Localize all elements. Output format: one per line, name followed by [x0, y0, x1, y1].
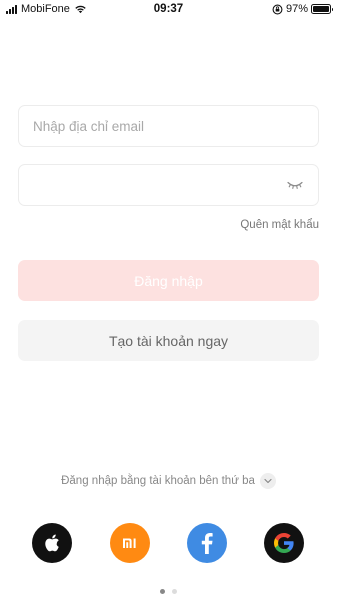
- eye-closed-icon[interactable]: [287, 180, 303, 190]
- battery-level: [313, 6, 329, 12]
- third-party-label: Đăng nhập bằng tài khoản bên thứ ba: [61, 475, 255, 487]
- password-input[interactable]: [19, 165, 318, 205]
- forgot-password-link[interactable]: Quên mật khẩu: [240, 219, 319, 231]
- orientation-lock-icon: [272, 4, 283, 14]
- xiaomi-login-button[interactable]: [110, 523, 150, 563]
- password-field-container: [18, 164, 319, 206]
- chevron-down-icon[interactable]: [259, 473, 276, 489]
- page-dot: [160, 589, 165, 594]
- login-button[interactable]: Đăng nhập: [18, 260, 319, 301]
- create-account-button[interactable]: Tạo tài khoản ngay: [18, 320, 319, 361]
- google-icon: [274, 533, 294, 553]
- xiaomi-icon: [123, 538, 136, 548]
- status-right: 97%: [272, 3, 333, 15]
- third-party-login-row: Đăng nhập bằng tài khoản bên thứ ba: [0, 473, 337, 489]
- google-login-button[interactable]: [264, 523, 304, 563]
- facebook-login-button[interactable]: [187, 523, 227, 563]
- facebook-icon: [201, 533, 213, 554]
- email-input[interactable]: [19, 106, 318, 146]
- page-indicator: [0, 589, 337, 594]
- battery-percent: 97%: [285, 3, 308, 15]
- status-bar: MobiFone 09:37 97%: [0, 0, 337, 20]
- apple-icon: [45, 534, 59, 552]
- email-field-container: [18, 105, 319, 147]
- page-dot: [172, 589, 177, 594]
- apple-login-button[interactable]: [32, 523, 72, 563]
- battery-icon: [311, 4, 333, 14]
